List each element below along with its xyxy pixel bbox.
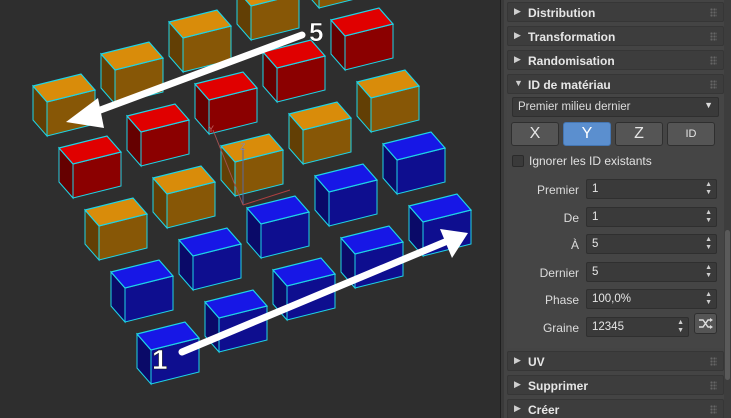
shuffle-icon bbox=[699, 318, 713, 329]
collapsed-arrow-icon: ▶ bbox=[514, 30, 521, 40]
rollout-title: Supprimer bbox=[528, 379, 589, 393]
ignore-existing-ids-checkbox[interactable] bbox=[512, 155, 524, 167]
rollout-material-id[interactable]: ▼ ID de matériau bbox=[507, 74, 724, 94]
collapsed-arrow-icon: ▶ bbox=[514, 54, 521, 64]
axis-x-button[interactable]: X bbox=[511, 122, 559, 146]
id-button[interactable]: ID bbox=[667, 122, 715, 146]
graine-spinner[interactable]: 12345 ▲ ▼ bbox=[586, 317, 689, 337]
spinner-value: 5 bbox=[592, 266, 599, 278]
gizmo-z-label: Z bbox=[240, 142, 246, 152]
param-label-a: À bbox=[570, 238, 579, 252]
grip-icon[interactable] bbox=[710, 357, 717, 366]
collapsed-arrow-icon: ▶ bbox=[514, 403, 521, 413]
spinner-arrows-icon[interactable]: ▲ ▼ bbox=[705, 236, 712, 252]
panel-scrollbar[interactable] bbox=[724, 0, 731, 418]
shuffle-seed-button[interactable] bbox=[694, 313, 717, 334]
button-label: ID bbox=[685, 128, 697, 140]
param-label-graine: Graine bbox=[542, 321, 579, 335]
rollout-creer[interactable]: ▶ Créer bbox=[507, 399, 724, 418]
de-spinner[interactable]: 1 ▲ ▼ bbox=[586, 207, 717, 227]
grip-icon[interactable] bbox=[710, 405, 717, 414]
scene-canvas[interactable]: Y Z 1 5 bbox=[0, 0, 503, 418]
grip-icon[interactable] bbox=[710, 80, 717, 89]
collapsed-arrow-icon: ▶ bbox=[514, 355, 521, 365]
chevron-down-icon: ▼ bbox=[704, 100, 713, 110]
dernier-spinner[interactable]: 5 ▲ ▼ bbox=[586, 262, 717, 282]
collapsed-arrow-icon: ▶ bbox=[514, 6, 521, 16]
spinner-arrows-icon[interactable]: ▲ ▼ bbox=[677, 319, 684, 335]
cube-front-face bbox=[250, 0, 300, 41]
gizmo-y-label: Y bbox=[208, 124, 214, 134]
grip-icon[interactable] bbox=[710, 32, 717, 41]
grip-icon[interactable] bbox=[710, 381, 717, 390]
spinner-value: 12345 bbox=[592, 321, 624, 333]
spinner-arrows-icon[interactable]: ▲ ▼ bbox=[705, 264, 712, 280]
cube-side-face bbox=[311, 0, 320, 10]
spinner-arrows-icon[interactable]: ▲ ▼ bbox=[705, 181, 712, 197]
modifier-panel: ▶ Distribution ▶ Transformation ▶ Random… bbox=[504, 0, 731, 418]
axis-z-button[interactable]: Z bbox=[615, 122, 663, 146]
rollout-supprimer[interactable]: ▶ Supprimer bbox=[507, 375, 724, 395]
a-spinner[interactable]: 5 ▲ ▼ bbox=[586, 234, 717, 254]
phase-spinner[interactable]: 100,0% ▲ ▼ bbox=[586, 289, 717, 309]
grip-icon[interactable] bbox=[710, 8, 717, 17]
button-label: X bbox=[529, 125, 541, 142]
button-label: Z bbox=[634, 125, 644, 142]
expanded-arrow-icon: ▼ bbox=[514, 78, 523, 88]
ignore-existing-ids-label: Ignorer les ID existants bbox=[529, 154, 652, 168]
param-label-dernier: Dernier bbox=[539, 266, 579, 280]
axis-y-button[interactable]: Y bbox=[563, 122, 611, 146]
start-number-label: 1 bbox=[152, 344, 168, 375]
rollout-title: Transformation bbox=[528, 30, 616, 44]
mode-dropdown[interactable]: Premier milieu dernier ▼ bbox=[512, 97, 719, 117]
rollout-title: Créer bbox=[528, 403, 560, 417]
rollout-distribution[interactable]: ▶ Distribution bbox=[507, 2, 724, 22]
cube-front-face bbox=[318, 0, 354, 9]
spinner-value: 5 bbox=[592, 238, 599, 250]
end-number-label: 5 bbox=[309, 17, 323, 47]
spinner-value: 1 bbox=[592, 211, 599, 223]
collapsed-arrow-icon: ▶ bbox=[514, 379, 521, 389]
rollout-title: UV bbox=[528, 355, 545, 369]
param-label-premier: Premier bbox=[536, 183, 579, 197]
viewport[interactable]: Y Z 1 5 bbox=[0, 0, 503, 418]
spinner-arrows-icon[interactable]: ▲ ▼ bbox=[705, 209, 712, 225]
spinner-value: 100,0% bbox=[592, 293, 632, 305]
cube-side-face bbox=[236, 0, 252, 42]
rollout-title: ID de matériau bbox=[528, 78, 611, 92]
spinner-arrows-icon[interactable]: ▲ ▼ bbox=[705, 291, 712, 307]
rollout-title: Distribution bbox=[528, 6, 596, 20]
button-label: Y bbox=[581, 125, 593, 142]
scrollbar-thumb[interactable] bbox=[725, 230, 730, 380]
mode-dropdown-value: Premier milieu dernier bbox=[518, 101, 631, 113]
rollout-randomisation[interactable]: ▶ Randomisation bbox=[507, 50, 724, 70]
rollout-transformation[interactable]: ▶ Transformation bbox=[507, 26, 724, 46]
rollout-uv[interactable]: ▶ UV bbox=[507, 351, 724, 371]
param-label-phase: Phase bbox=[544, 293, 579, 307]
rollout-title: Randomisation bbox=[528, 54, 615, 68]
param-label-de: De bbox=[563, 211, 579, 225]
premier-spinner[interactable]: 1 ▲ ▼ bbox=[586, 179, 717, 199]
grip-icon[interactable] bbox=[710, 56, 717, 65]
spinner-value: 1 bbox=[592, 183, 599, 195]
